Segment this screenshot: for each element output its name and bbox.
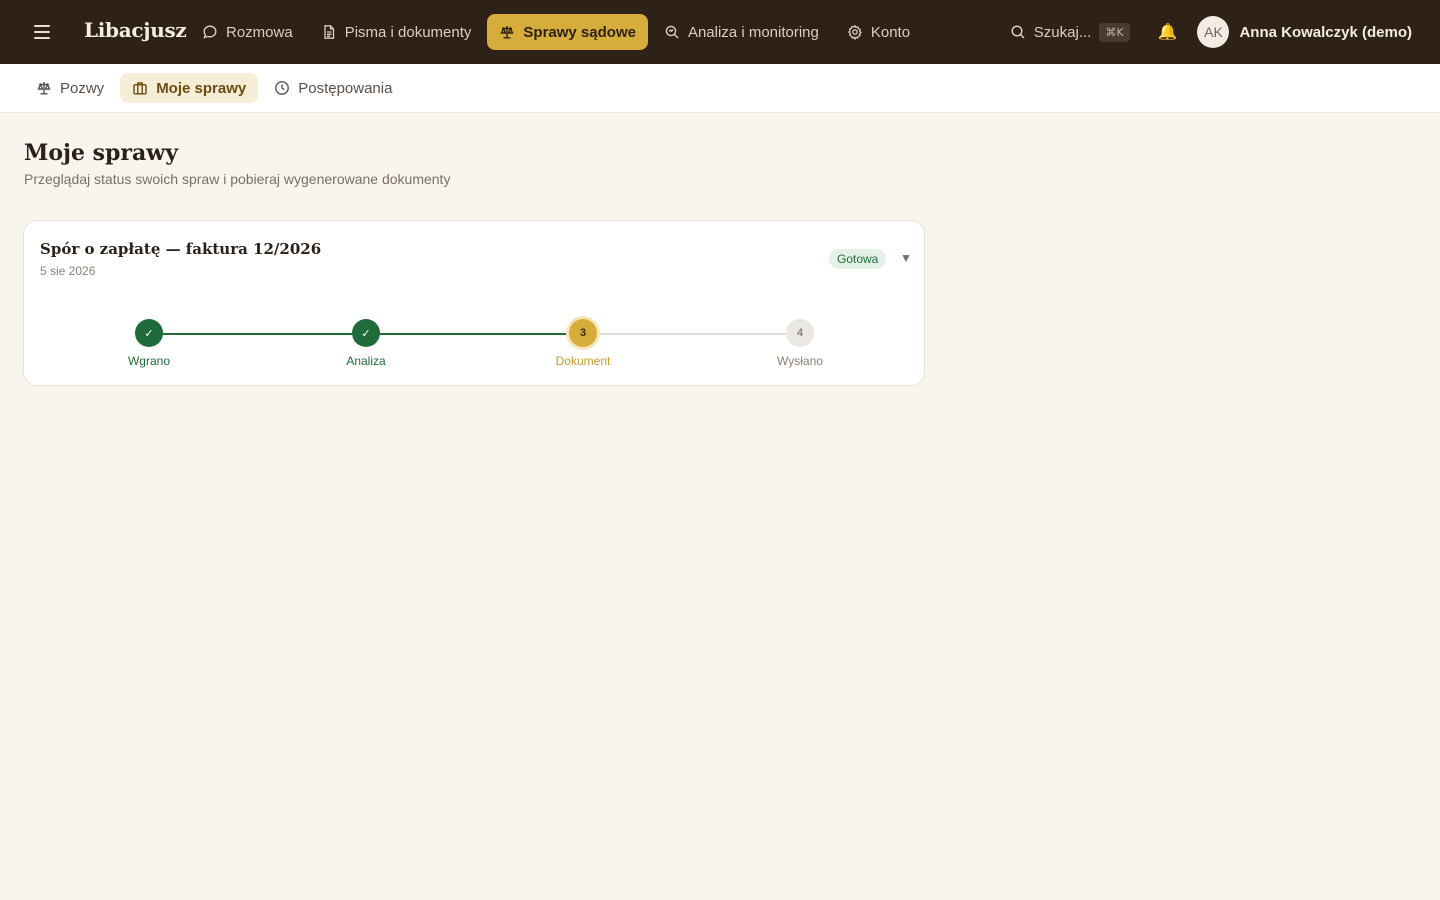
shortcut-badge: ⌘K bbox=[1099, 22, 1130, 42]
step-label: Wysłano bbox=[777, 354, 823, 368]
nav-item-label: Analiza i monitoring bbox=[687, 23, 819, 41]
main-nav: Rozmowa Pisma i dokumenty Sprawy sądowe … bbox=[190, 14, 922, 50]
page-title: Moje sprawy bbox=[24, 140, 178, 166]
sub-nav: Pozwy Moje sprawy Postępowania bbox=[0, 64, 1440, 113]
user-name: Anna Kowalczyk (demo) bbox=[1239, 23, 1412, 41]
status-badge: Gotowa bbox=[829, 249, 887, 269]
search-button[interactable]: Szukaj... ⌘K bbox=[1010, 22, 1130, 42]
tab-label: Pozwy bbox=[60, 79, 105, 97]
nav-item-sprawy-sadowe[interactable]: Sprawy sądowe bbox=[487, 14, 648, 50]
case-date: 5 sie 2026 bbox=[40, 264, 96, 278]
top-bar: Libacjusz Rozmowa Pisma i dokumenty Spra… bbox=[0, 0, 1440, 64]
gear-icon bbox=[847, 24, 862, 40]
progress-segment bbox=[366, 333, 583, 335]
clock-icon bbox=[275, 81, 290, 95]
briefcase-icon bbox=[133, 82, 147, 95]
tab-pozwy[interactable]: Pozwy bbox=[24, 73, 116, 103]
tab-moje-sprawy[interactable]: Moje sprawy bbox=[120, 73, 259, 103]
header-tools: Szukaj... ⌘K 🔔 AK Anna Kowalczyk (demo) bbox=[1010, 14, 1412, 50]
case-card[interactable]: Spór o zapłatę — faktura 12/2026 5 sie 2… bbox=[23, 220, 925, 386]
nav-item-label: Sprawy sądowe bbox=[523, 23, 636, 41]
step-label: Dokument bbox=[555, 354, 611, 368]
search-label: Szukaj... bbox=[1033, 23, 1092, 41]
nav-item-label: Rozmowa bbox=[226, 23, 293, 41]
step-marker: ✓ bbox=[352, 319, 380, 347]
document-icon bbox=[324, 25, 334, 39]
tab-postepowania[interactable]: Postępowania bbox=[262, 73, 404, 103]
page-subtitle: Przeglądaj status swoich spraw i pobiera… bbox=[24, 171, 451, 187]
app-logo[interactable]: Libacjusz bbox=[84, 18, 187, 42]
tab-label: Moje sprawy bbox=[156, 79, 247, 97]
user-menu[interactable]: AK Anna Kowalczyk (demo) bbox=[1197, 16, 1412, 48]
step-marker: 3 bbox=[569, 319, 597, 347]
step-marker: ✓ bbox=[135, 319, 163, 347]
progress-segment bbox=[149, 333, 366, 335]
nav-item-analiza[interactable]: Analiza i monitoring bbox=[652, 14, 831, 50]
step-label: Wgrano bbox=[127, 354, 171, 368]
scales-icon bbox=[37, 82, 51, 95]
step-marker: 4 bbox=[786, 319, 814, 347]
nav-item-konto[interactable]: Konto bbox=[835, 14, 922, 50]
progress-segment bbox=[583, 333, 800, 335]
menu-icon[interactable] bbox=[28, 20, 56, 44]
nav-item-rozmowa[interactable]: Rozmowa bbox=[190, 14, 305, 50]
scales-icon bbox=[500, 26, 514, 39]
nav-item-pisma[interactable]: Pisma i dokumenty bbox=[309, 14, 484, 50]
case-title: Spór o zapłatę — faktura 12/2026 bbox=[40, 240, 322, 258]
nav-item-label: Konto bbox=[870, 23, 911, 41]
tab-label: Postępowania bbox=[298, 79, 393, 97]
step-label: Analiza bbox=[346, 354, 386, 368]
search-icon bbox=[1011, 25, 1025, 39]
avatar: AK bbox=[1197, 16, 1230, 48]
search-analysis-icon bbox=[665, 25, 679, 39]
bell-icon[interactable]: 🔔 bbox=[1158, 22, 1178, 42]
chat-bubble-icon bbox=[203, 25, 217, 39]
nav-item-label: Pisma i dokumenty bbox=[344, 23, 472, 41]
chevron-down-icon[interactable]: ▼ bbox=[900, 251, 912, 265]
